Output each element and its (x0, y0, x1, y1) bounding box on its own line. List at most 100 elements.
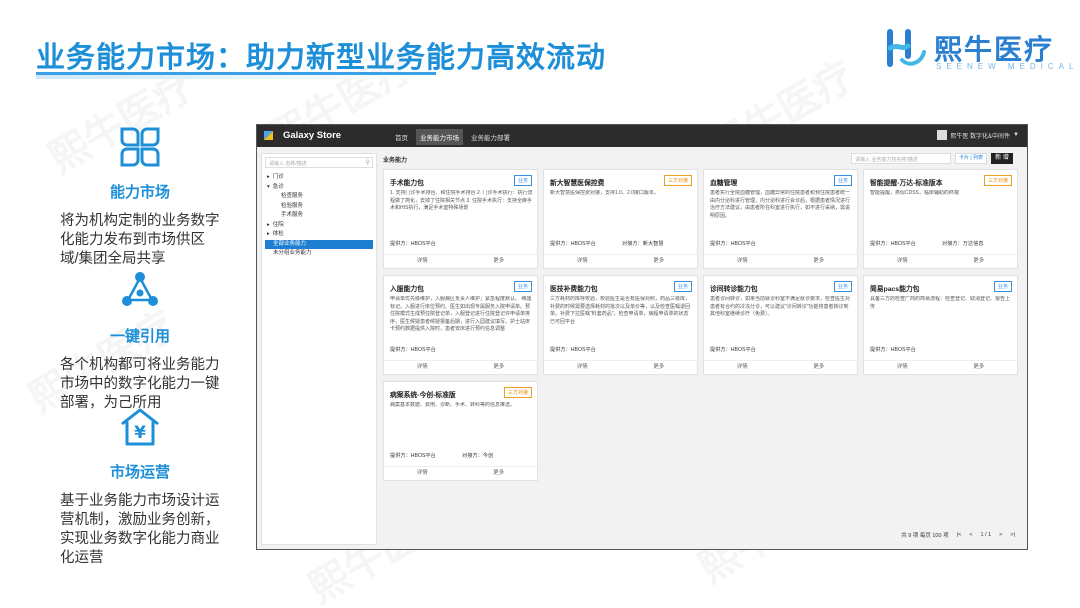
tree-item[interactable]: ▸ 住院 (265, 221, 373, 231)
details-button[interactable]: 详情 (704, 255, 781, 268)
provider-value: HBOS平台 (730, 241, 756, 247)
more-button[interactable]: 更多 (781, 255, 858, 268)
details-button[interactable]: 详情 (704, 361, 781, 374)
provider-value: HBOS平台 (570, 241, 596, 247)
feature-desc: 基于业务能力市场设计运营机制，激励业务创新，实现业务数字化能力商业化运营 (60, 493, 220, 566)
capability-card[interactable]: 入服能力包 业务 申请单优先级维护，入服病区负责人维护；紧急程度默认。 维護标记。入… (383, 275, 538, 375)
card-tag-badge: 业务 (673, 281, 692, 292)
yuan-house-icon: ¥ (121, 408, 159, 446)
capability-card[interactable]: 病案系统-今创-标准版 三方对接 病案基本数据、费用、诊断、手术、转科等的信息推送。… (383, 381, 538, 481)
card-tag-badge: 业务 (833, 281, 852, 292)
capability-card[interactable]: 简易pacs能力包 业务 具备三方的检查厂商的简易流程：检查登记、取消登记、报告上传… (863, 275, 1018, 375)
tree-item[interactable]: ▸ 门诊 (265, 173, 373, 183)
details-button[interactable]: 详情 (544, 255, 621, 268)
tree-item-label: 住院 (272, 221, 284, 228)
card-consumer: 对接方：新大智慧 (622, 240, 664, 247)
caret-right-icon: ▸ (267, 174, 270, 180)
consumer-label: 对接方： (942, 241, 963, 247)
sidebar-search-input[interactable]: 请输入 名称/描述 ⚲ (265, 157, 373, 168)
provider-label: 提供方： (870, 241, 891, 247)
provider-label: 提供方： (550, 347, 571, 353)
category-tree: ▸ 门诊 ▾ 急诊 检查服务 检验服务 手术服务 ▸ 住院 ▸ 体检 全部业务能力 未分组业务能力 (262, 171, 376, 261)
tree-item[interactable]: 全部业务能力 (265, 239, 373, 249)
more-button[interactable]: 更多 (461, 255, 538, 268)
main-search-input[interactable]: 请输入 业务能力包名称/描述 (851, 153, 951, 164)
card-title: 智能提醒-万达-标准版本 (870, 180, 943, 187)
more-button[interactable]: 更多 (461, 361, 538, 374)
card-title: 入服能力包 (390, 286, 424, 293)
capability-card[interactable]: 手术能力包 业务 1. 支持门诊手术排台、和住院手术排台 2. 门诊手术执行：执行流… (383, 169, 538, 269)
details-button[interactable]: 详情 (864, 255, 941, 268)
pager-total: 共 9 项 每页 100 项 (901, 533, 949, 539)
logo-mark-icon (887, 29, 926, 67)
more-button[interactable]: 更多 (621, 255, 698, 268)
tree-item-label: 检验服务 (281, 202, 304, 209)
capability-card[interactable]: 新大智慧医保控费 三方对接 新大智慧医保控费对接，支持1.0、2.0接口版本。 提供方… (543, 169, 698, 269)
top-nav: 首页 业务能力市场 业务能力部署 (391, 129, 514, 145)
feature-title: 一键引用 (109, 328, 170, 345)
capability-card[interactable]: 智能提醒-万达-标准版本 三方对接 智能提醒，类似CDSS，临床辅助的终端 提供方：H… (863, 169, 1018, 269)
feature-desc: 将为机构定制的业务数字化能力发布到市场供区域/集团全局共享 (60, 213, 220, 267)
feature-operation: ¥ 市场运营 基于业务能力市场设计运营机制，激励业务创新，实现业务数字化能力商业… (60, 404, 220, 568)
more-button[interactable]: 更多 (461, 467, 538, 480)
details-button[interactable]: 详情 (384, 361, 461, 374)
nav-home[interactable]: 首页 (391, 129, 412, 145)
card-tag-badge: 三方对接 (663, 175, 692, 186)
card-actions: 详情 更多 (384, 466, 537, 480)
card-provider: 提供方：HBOS平台 (710, 346, 756, 353)
app-topbar: Galaxy Store 首页 业务能力市场 业务能力部署 熙牛医 数字化&中间… (257, 125, 1027, 147)
card-title: 病案系统-今创-标准版 (390, 392, 456, 399)
pager-last[interactable]: >| (1010, 532, 1015, 538)
tree-item[interactable]: 检验服务 (265, 202, 373, 212)
details-button[interactable]: 详情 (384, 255, 461, 268)
more-button[interactable]: 更多 (621, 361, 698, 374)
card-actions: 详情 更多 (544, 254, 697, 268)
tree-item[interactable]: ▸ 体检 (265, 230, 373, 240)
more-button[interactable]: 更多 (941, 255, 1018, 268)
new-button[interactable]: 新 增 (991, 153, 1013, 164)
more-button[interactable]: 更多 (941, 361, 1018, 374)
card-tag-badge: 三方对接 (503, 387, 532, 398)
capability-card[interactable]: 诊间转诊能力包 业务 患者诊间转诊，如果当前就诊科室不满足就诊要求，检查医生对患者有… (703, 275, 858, 375)
card-tag-badge: 业务 (513, 175, 532, 186)
details-button[interactable]: 详情 (384, 467, 461, 480)
galaxy-store-window: Galaxy Store 首页 业务能力市场 业务能力部署 熙牛医 数字化&中间… (256, 124, 1028, 550)
caret-right-icon: ▸ (267, 231, 270, 237)
user-menu[interactable]: 熙牛医 数字化&中间件 ▼ (937, 130, 1019, 140)
tree-item[interactable]: ▾ 急诊 (265, 183, 373, 193)
provider-label: 提供方： (390, 453, 411, 459)
provider-value: HBOS平台 (410, 453, 436, 459)
card-actions: 详情 更多 (384, 360, 537, 374)
category-sidebar: 请输入 名称/描述 ⚲ ▸ 门诊 ▾ 急诊 检查服务 检验服务 手术服务 ▸ 住院 ▸ 体检 全部业务… (261, 153, 377, 545)
tree-item[interactable]: 手术服务 (265, 211, 373, 221)
card-provider: 提供方：HBOS平台 (550, 346, 596, 353)
user-name: 熙牛医 数字化&中间件 (950, 133, 1011, 140)
more-button[interactable]: 更多 (781, 361, 858, 374)
nav-market[interactable]: 业务能力市场 (416, 129, 463, 145)
view-toggle[interactable]: 卡片 | 列表 (955, 153, 987, 164)
tree-item[interactable]: 检查服务 (265, 192, 373, 202)
card-description: 患者诊间转诊，如果当前就诊科室不满足就诊要求，检查医生对患者有合约的冷冻分诊，可… (710, 296, 851, 317)
card-title: 简易pacs能力包 (870, 286, 920, 293)
brand-logo: 熙牛医疗 SEENEW MEDICAL (884, 26, 1073, 71)
card-actions: 详情 更多 (704, 360, 857, 374)
tree-item[interactable]: 未分组业务能力 (265, 249, 373, 259)
caret-down-icon: ▾ (267, 183, 270, 190)
card-actions: 详情 更多 (704, 254, 857, 268)
category-title: 业务能力 (383, 158, 408, 164)
details-button[interactable]: 详情 (864, 361, 941, 374)
card-tag-badge: 业务 (993, 281, 1012, 292)
feature-title: 能力市场 (109, 184, 170, 201)
pager-next[interactable]: > (999, 532, 1002, 538)
pager-page: 1 / 1 (980, 532, 992, 538)
pager-first[interactable]: |< (957, 532, 962, 538)
capability-card[interactable]: 医技补费能力包 业务 三方耗材的库存校验，校验医生是否有医保对照，药品三级库，补费的… (543, 275, 698, 375)
pager-prev[interactable]: < (969, 532, 972, 538)
card-description: 1. 支持门诊手术排台、和住院手术排台 2. 门诊手术执行：执行流程做了简化，去… (390, 190, 533, 211)
sidebar-search-placeholder: 请输入 名称/描述 (269, 161, 307, 167)
card-description: 智能提醒，类似CDSS，临床辅助的终端 (870, 190, 959, 196)
details-button[interactable]: 详情 (544, 361, 621, 374)
card-actions: 详情 更多 (384, 254, 537, 268)
nav-deploy[interactable]: 业务能力部署 (467, 129, 514, 145)
capability-card[interactable]: 血糖管理 业务 患者实行全院血糖管理，血糖异常的住院患者和预住院患者统一由内分泌科进… (703, 169, 858, 269)
